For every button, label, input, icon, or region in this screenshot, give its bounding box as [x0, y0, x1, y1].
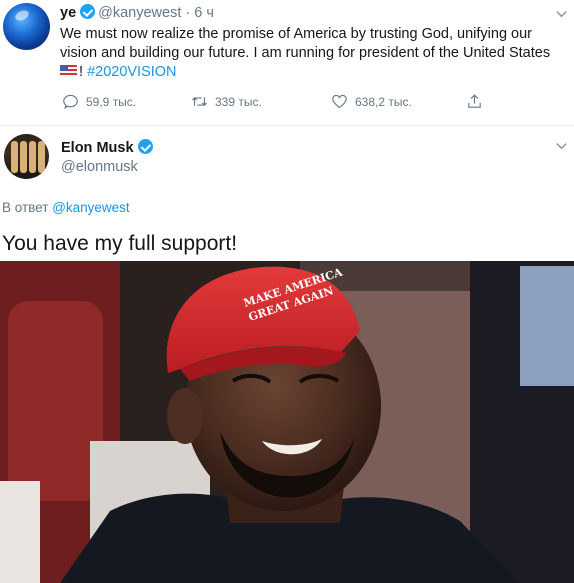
author-name[interactable]: ye — [60, 5, 76, 21]
tweet-ye: ye @kanyewest · 6 ч We must now realize t… — [0, 0, 574, 125]
reply-prefix: В ответ — [2, 200, 49, 215]
retweet-count: 339 тыс. — [215, 94, 262, 109]
share-button[interactable] — [466, 93, 483, 110]
tweet-text-suffix: ! — [79, 64, 84, 80]
reply-button[interactable]: 59,9 тыс. — [62, 93, 136, 110]
avatar-elon[interactable] — [4, 134, 49, 179]
tweet-time[interactable]: 6 ч — [194, 5, 214, 21]
author-handle[interactable]: @elonmusk — [61, 159, 138, 175]
tweet-text: You have my full support! — [2, 232, 238, 255]
reply-to-link[interactable]: @kanyewest — [52, 200, 130, 215]
verified-badge-icon — [80, 4, 96, 19]
hashtag-link[interactable]: #2020VISION — [87, 64, 176, 80]
retweet-button[interactable]: 339 тыс. — [191, 93, 262, 110]
attached-photo[interactable]: MAKE AMERICA GREAT AGAIN — [0, 261, 574, 583]
us-flag-icon — [60, 65, 77, 77]
tweet-elon: Elon Musk @elonmusk В ответ @kanyewest Y… — [0, 126, 574, 261]
verified-badge-icon — [137, 139, 153, 154]
tweet-actions: 59,9 тыс. 339 тыс. 638,2 тыс. — [60, 93, 500, 115]
reply-icon — [63, 94, 78, 110]
photo-illustration: MAKE AMERICA GREAT AGAIN — [0, 261, 574, 583]
avatar-ye[interactable] — [3, 3, 50, 50]
tweet-text-main: We must now realize the promise of Ameri… — [60, 26, 551, 61]
tweet-header: ye @kanyewest · 6 ч — [60, 4, 214, 22]
tweet-text: We must now realize the promise of Ameri… — [60, 25, 570, 82]
chevron-down-icon[interactable] — [554, 6, 569, 21]
like-button[interactable]: 638,2 тыс. — [331, 93, 412, 110]
author-name-text[interactable]: Elon Musk — [61, 140, 134, 156]
header-separator: · — [185, 5, 191, 21]
share-icon — [468, 94, 481, 108]
retweet-icon — [192, 97, 207, 106]
author-name: Elon Musk — [61, 139, 156, 156]
like-count: 638,2 тыс. — [355, 94, 412, 109]
author-handle[interactable]: @kanyewest — [98, 5, 181, 21]
chevron-down-icon[interactable] — [554, 138, 569, 153]
heart-icon — [332, 94, 347, 109]
reply-count: 59,9 тыс. — [86, 94, 137, 109]
reply-context: В ответ @kanyewest — [2, 200, 130, 215]
